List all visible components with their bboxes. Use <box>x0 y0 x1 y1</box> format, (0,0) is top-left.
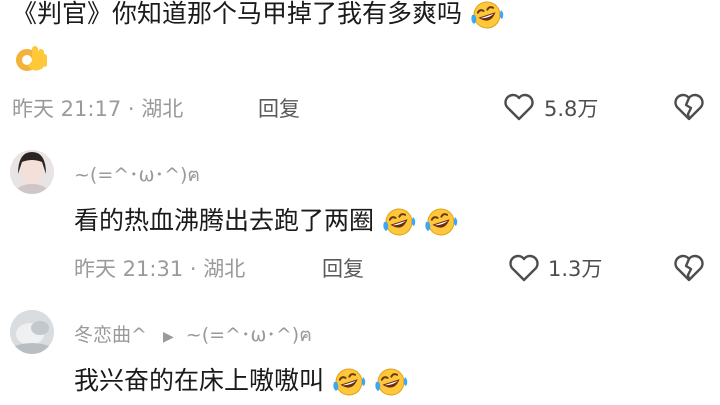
like-count: 1.3万 <box>548 257 603 281</box>
broken-heart-icon[interactable] <box>672 253 706 283</box>
like-count: 5.8万 <box>544 97 599 121</box>
username[interactable]: ~(=^･ω･^)ฅ <box>74 162 200 188</box>
reply-button[interactable]: 回复 <box>258 95 300 123</box>
laugh-cry-emoji <box>470 0 504 31</box>
ok-hand-emoji <box>14 40 50 76</box>
comment-text: 我兴奋的在床上嗷嗷叫 <box>74 365 408 398</box>
reply-arrow-icon: ▶ <box>162 329 174 345</box>
reply-to-username[interactable]: ~(=^･ω･^)ฅ <box>186 324 312 346</box>
heart-icon[interactable] <box>503 92 535 122</box>
comment-text: 看的热血沸腾出去跑了两圈 <box>74 205 458 238</box>
comment-meta: 昨天 21:17 · 湖北 <box>12 97 184 121</box>
heart-icon[interactable] <box>508 253 540 283</box>
laugh-cry-emoji <box>424 206 458 238</box>
comment-meta: 昨天 21:31 · 湖北 <box>74 257 246 281</box>
laugh-cry-emoji <box>382 206 416 238</box>
laugh-cry-emoji <box>374 366 408 398</box>
reply-button[interactable]: 回复 <box>322 255 364 283</box>
broken-heart-icon[interactable] <box>672 92 706 122</box>
comment-text-line: 我兴奋的在床上嗷嗷叫 <box>74 366 325 395</box>
comment-text: 《判官》你知道那个马甲掉了我有多爽吗 <box>12 0 504 31</box>
avatar[interactable] <box>10 150 54 194</box>
avatar[interactable] <box>10 310 54 354</box>
comment-text-line: 《判官》你知道那个马甲掉了我有多爽吗 <box>12 0 463 28</box>
username-row: 冬恋曲^ ▶ ~(=^･ω･^)ฅ <box>74 322 312 350</box>
comment-text-line: 看的热血沸腾出去跑了两圈 <box>74 206 375 235</box>
laugh-cry-emoji <box>332 366 366 398</box>
username[interactable]: 冬恋曲^ <box>74 324 147 346</box>
